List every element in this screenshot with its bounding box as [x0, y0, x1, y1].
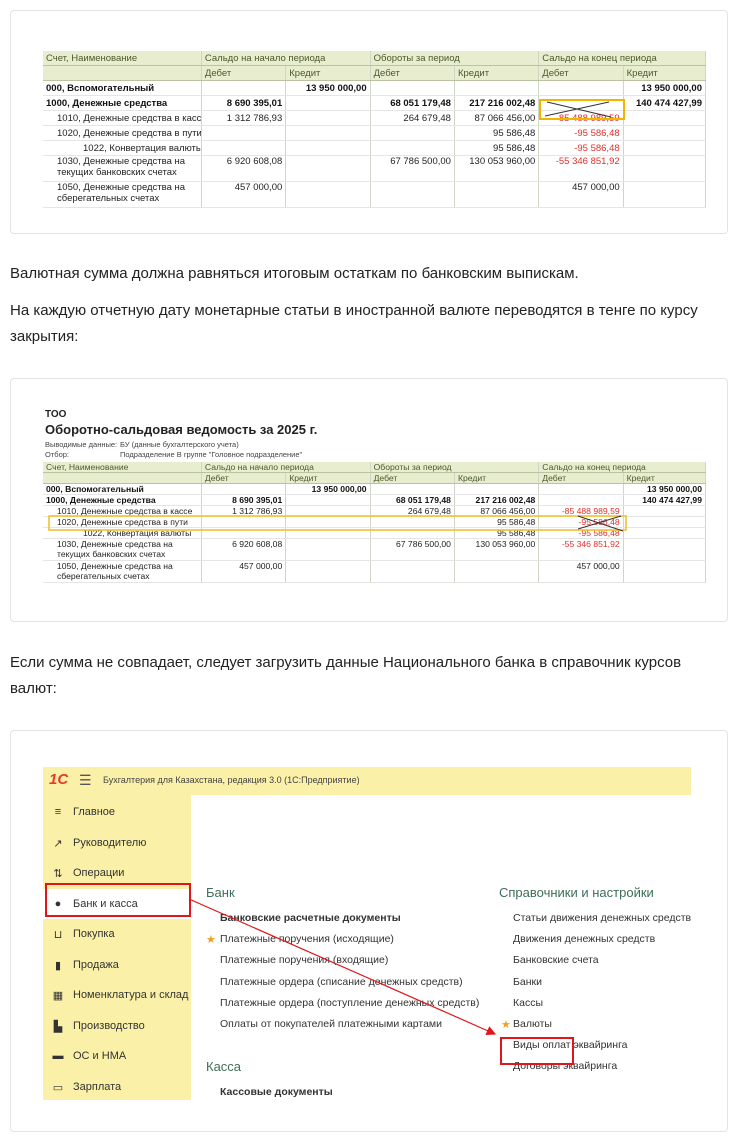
accounting-app-window: 1С ☰ Бухгалтерия для Казахстана, редакци…	[43, 767, 691, 1100]
paragraph: Если сумма не совпадает, следует загрузи…	[10, 654, 682, 697]
table-screenshot-card-2: ТОО Оборотно-сальдовая ведомость за 2025…	[10, 378, 728, 622]
paragraph: Валютная сумма должна равняться итоговым…	[10, 265, 579, 282]
app-screenshot-card: 1С ☰ Бухгалтерия для Казахстана, редакци…	[10, 730, 728, 1132]
highlight-annotation	[48, 515, 627, 532]
paragraph: На каждую отчетную дату монетарные стать…	[10, 302, 698, 345]
table-screenshot-card-1: Счет, Наименование Сальдо на начало перио…	[10, 10, 728, 234]
highlight-annotation	[539, 99, 625, 120]
arrow-annotation	[188, 898, 497, 1036]
